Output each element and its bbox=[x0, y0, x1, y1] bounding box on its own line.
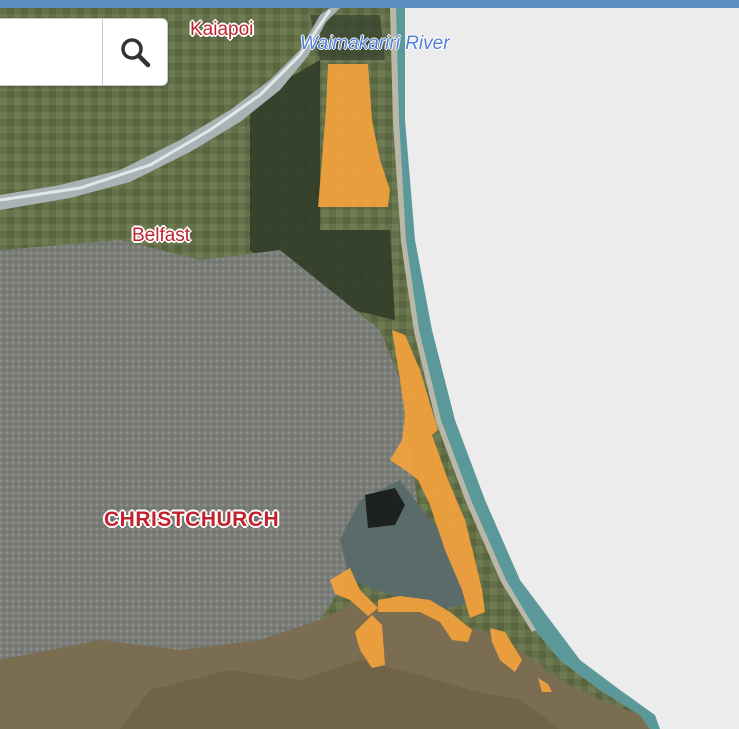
label-christchurch: CHRISTCHURCH bbox=[104, 508, 280, 531]
search-icon bbox=[121, 38, 151, 68]
top-bar bbox=[0, 0, 739, 8]
search-input[interactable] bbox=[0, 19, 102, 85]
search-box bbox=[0, 18, 168, 86]
label-belfast: Belfast bbox=[132, 225, 191, 246]
map-view[interactable]: Kaiapoi Waimakariri River Belfast CHRIST… bbox=[0, 8, 739, 729]
label-waimakariri-river: Waimakariri River bbox=[300, 33, 450, 54]
label-kaiapoi: Kaiapoi bbox=[190, 19, 254, 40]
search-button[interactable] bbox=[102, 19, 167, 85]
